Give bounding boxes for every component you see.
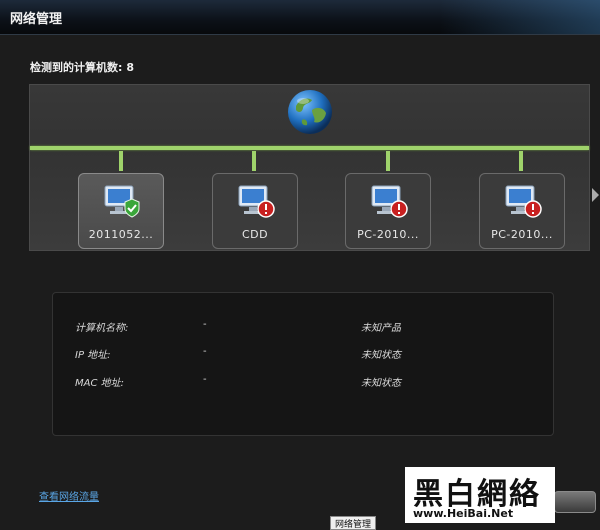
computer-error-icon	[505, 185, 542, 218]
title-bar-glow	[440, 0, 600, 34]
detail-value: -	[203, 319, 207, 330]
detail-value: -	[203, 346, 207, 357]
node-connector	[119, 151, 123, 171]
detail-status: 未知状态	[361, 350, 401, 361]
network-map: 2011052... CDD PC-2010... PC-2010...	[29, 84, 590, 251]
computer-node-label: CDD	[241, 228, 269, 241]
detail-key: MAC 地址:	[75, 378, 124, 389]
taskbar-tab[interactable]: 网络管理	[330, 516, 377, 530]
detail-row: MAC 地址: - 未知状态	[53, 374, 553, 390]
computer-node-1[interactable]: 2011052...	[78, 173, 164, 249]
globe-icon	[288, 90, 332, 134]
computer-details-panel: 计算机名称: - 未知产品 IP 地址: - 未知状态 MAC 地址: - 未知…	[52, 292, 554, 436]
computer-node-4[interactable]: PC-2010...	[479, 173, 565, 249]
action-button[interactable]	[554, 491, 596, 513]
computer-error-icon	[371, 185, 408, 218]
computer-node-label: PC-2010...	[357, 228, 419, 241]
computer-node-label: PC-2010...	[491, 228, 553, 241]
computer-ok-icon	[104, 185, 140, 218]
computer-node-label: 2011052...	[88, 228, 154, 241]
scroll-right-arrow-icon[interactable]	[592, 188, 599, 202]
node-connector	[386, 151, 390, 171]
node-connector	[252, 151, 256, 171]
window-title: 网络管理	[10, 12, 63, 27]
computer-error-icon	[238, 185, 275, 218]
detail-status: 未知状态	[361, 378, 401, 389]
detail-key: IP 地址:	[75, 350, 111, 361]
view-network-traffic-link[interactable]: 查看网络流量	[39, 488, 99, 503]
network-backbone	[30, 146, 589, 150]
computer-node-3[interactable]: PC-2010...	[345, 173, 431, 249]
computer-count-value: 8	[126, 61, 135, 74]
title-bar: 网络管理	[0, 0, 600, 35]
detail-row: IP 地址: - 未知状态	[53, 346, 553, 362]
detail-key: 计算机名称:	[75, 323, 129, 334]
computer-count: 检测到的计算机数: 8	[30, 59, 134, 75]
detail-row: 计算机名称: - 未知产品	[53, 319, 553, 335]
detail-status: 未知产品	[361, 323, 401, 334]
watermark-logo: 黑白網絡 www.HeiBai.Net	[405, 467, 555, 523]
detail-value: -	[203, 374, 207, 385]
watermark-url: www.HeiBai.Net	[413, 507, 514, 520]
computer-count-label: 检测到的计算机数:	[30, 61, 123, 74]
computer-node-2[interactable]: CDD	[212, 173, 298, 249]
node-connector	[519, 151, 523, 171]
